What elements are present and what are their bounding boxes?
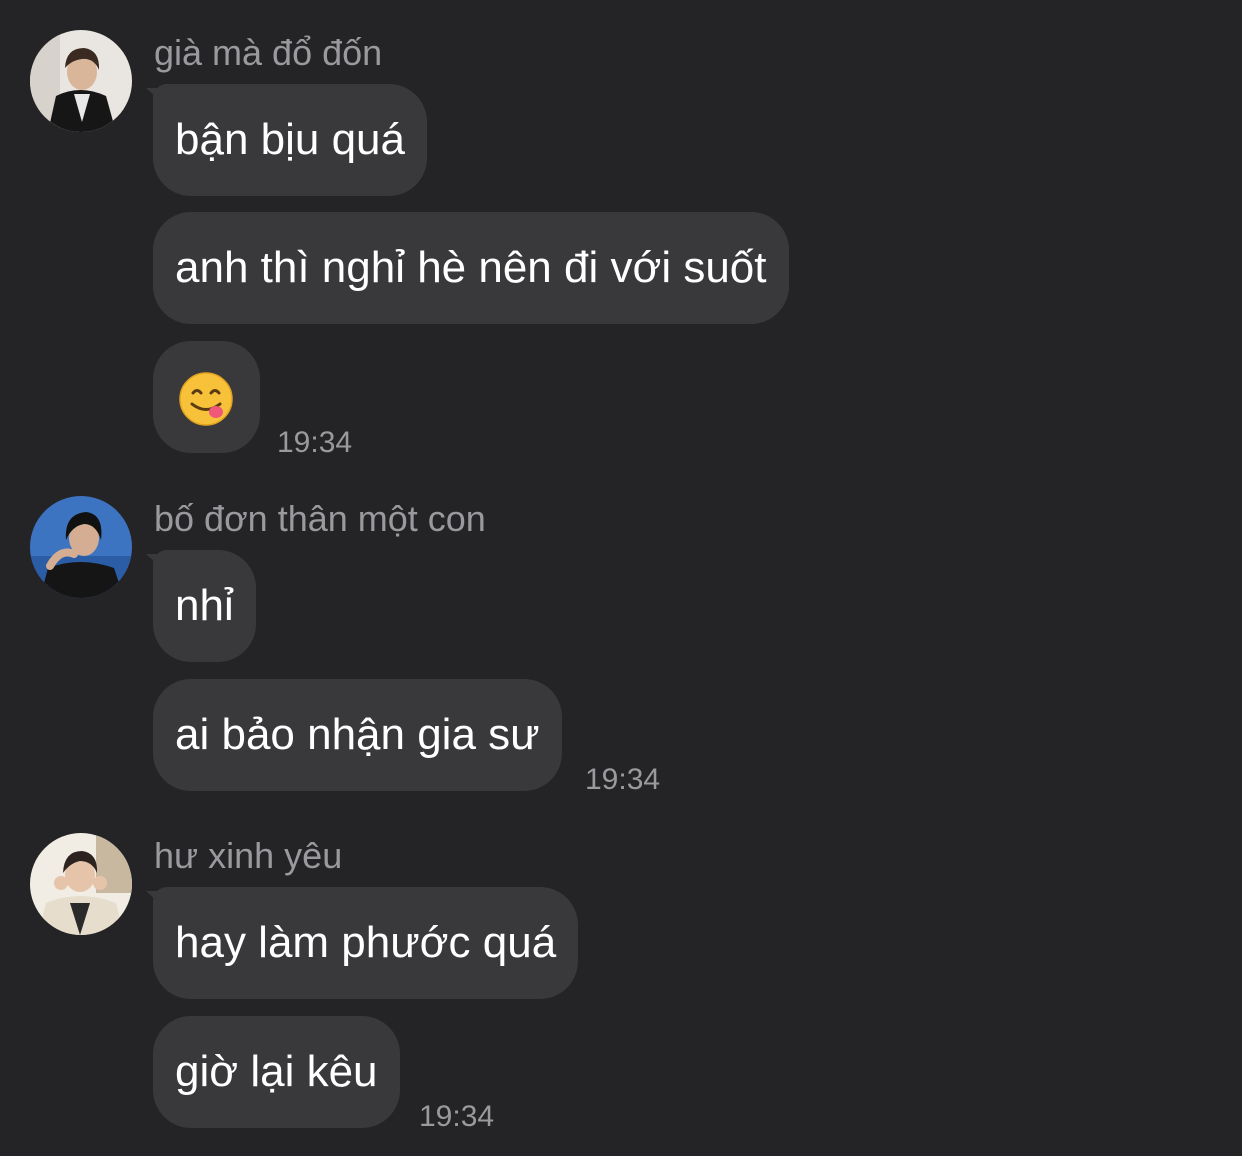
- message-bubble[interactable]: ai bảo nhận gia sư: [153, 679, 562, 791]
- sender-name: hư xinh yêu: [154, 835, 343, 876]
- person-photo-icon: [30, 833, 132, 935]
- sender-avatar[interactable]: [30, 30, 132, 132]
- sender-avatar[interactable]: [30, 833, 132, 935]
- sender-avatar[interactable]: [30, 496, 132, 598]
- message-bubble[interactable]: bận bịu quá: [153, 84, 427, 196]
- sender-name: bố đơn thân một con: [154, 498, 486, 539]
- message-bubble[interactable]: anh thì nghỉ hè nên đi với suốt: [153, 212, 789, 324]
- message-timestamp: 19:34: [585, 763, 661, 796]
- message-bubble[interactable]: giờ lại kêu: [153, 1016, 400, 1128]
- person-photo-icon: [30, 496, 132, 598]
- message-bubble[interactable]: nhỉ: [153, 550, 256, 662]
- emoji-message-bubble[interactable]: [153, 341, 260, 453]
- face-savoring-food-emoji: [179, 372, 233, 426]
- message-bubble[interactable]: hay làm phước quá: [153, 887, 579, 999]
- message-timestamp: 19:34: [419, 1100, 495, 1133]
- sender-name: già mà đổ đốn: [154, 32, 383, 73]
- person-photo-icon: [30, 30, 132, 132]
- message-timestamp: 19:34: [277, 426, 353, 459]
